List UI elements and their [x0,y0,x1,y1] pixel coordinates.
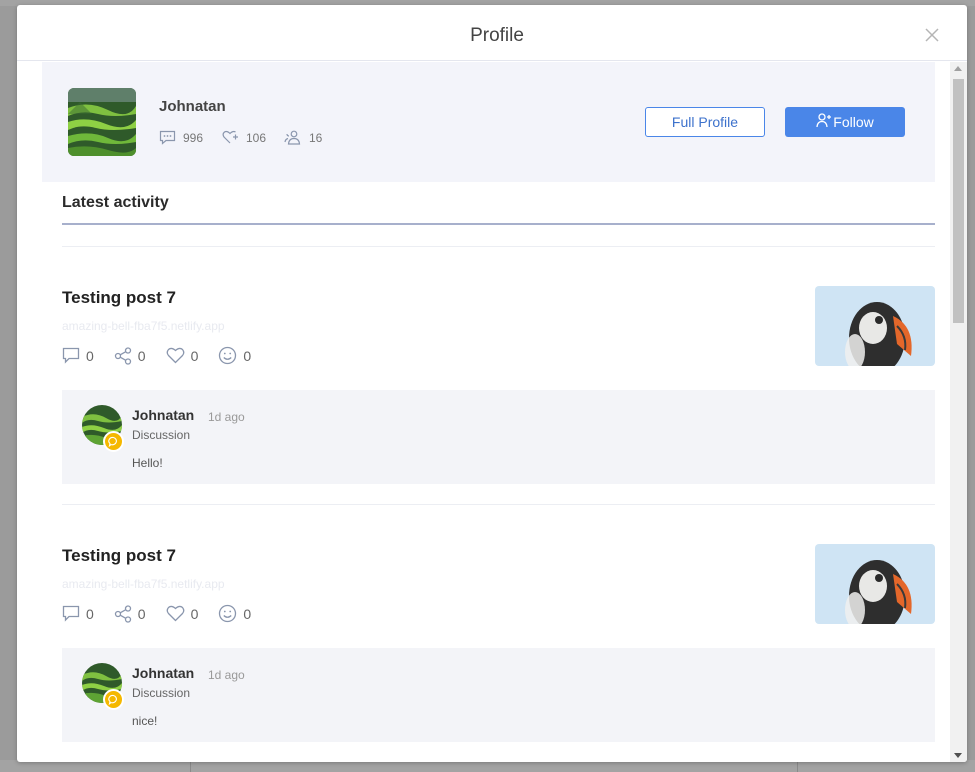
post-react-action[interactable]: 0 [218,346,251,365]
modal-header: Profile [17,5,967,61]
post-likes-count: 0 [190,605,199,622]
post-comments-action[interactable]: 0 [62,347,94,364]
followers-count: 16 [309,130,323,145]
likes-count: 106 [246,130,267,145]
follow-button[interactable]: Follow [785,107,905,137]
smile-icon [219,346,237,365]
comment-author[interactable]: Johnatan [132,407,194,423]
heart-icon [166,347,184,364]
scroll-up-arrow-icon[interactable] [954,66,962,71]
post-url[interactable]: amazing-bell-fba7f5.netlify.app [62,577,225,591]
followers-stat: 16 [284,130,322,145]
divider [62,246,935,247]
puffin-image [815,544,935,624]
close-button[interactable] [923,26,941,44]
full-profile-button[interactable]: Full Profile [645,107,765,137]
close-icon [925,28,939,42]
post-share-action[interactable]: 0 [114,604,146,623]
heart-plus-icon [222,130,238,144]
post-like-action[interactable]: 0 [166,347,199,364]
post-react-action[interactable]: 0 [218,604,251,623]
discussion-badge [103,689,124,710]
comment-box: Johnatan 1d ago Discussion Hello! [62,390,935,484]
share-icon [114,346,131,365]
post-thumbnail[interactable] [815,286,935,366]
post-comments-count: 0 [86,347,94,364]
post-shares-count: 0 [137,347,146,364]
avatar[interactable] [68,88,136,156]
post-share-action[interactable]: 0 [114,346,146,365]
comments-stat: 996 [159,130,203,145]
user-plus-icon [816,113,832,128]
comment-text: nice! [132,714,158,728]
comment-type: Discussion [132,428,191,442]
chat-bubble-icon [108,694,117,705]
post-thumbnail[interactable] [815,544,935,624]
comment-type: Discussion [132,686,191,700]
profile-card: Johnatan 996 106 16 Full Profile Follow [42,62,935,182]
comment-time: 1d ago [208,668,245,682]
background-editor-toolbar [190,762,798,772]
post-reactions-count: 0 [243,605,252,622]
users-icon [284,130,301,145]
post-url[interactable]: amazing-bell-fba7f5.netlify.app [62,319,225,333]
comment-icon [62,605,80,622]
comment-icon [62,347,80,364]
latest-activity-heading: Latest activity [62,194,169,211]
post-title[interactable]: Testing post 7 [62,546,176,566]
post-likes-count: 0 [190,347,199,364]
chat-bubble-icon [108,436,117,447]
scrollbar[interactable] [950,62,967,762]
smile-icon [219,604,237,623]
discussion-badge [103,431,124,452]
scroll-down-arrow-icon[interactable] [954,753,962,758]
follow-label: Follow [833,114,874,130]
post-actions: 0 0 0 0 [62,346,271,365]
profile-modal: Profile Johnatan 996 106 16 Full Profile… [17,5,967,762]
comments-count: 996 [183,130,204,145]
post-shares-count: 0 [137,605,146,622]
post-title[interactable]: Testing post 7 [62,288,176,308]
share-icon [114,604,131,623]
heart-icon [166,605,184,622]
landscape-image [68,88,136,156]
likes-stat: 106 [222,130,266,145]
comment-time: 1d ago [208,410,245,424]
comment-author[interactable]: Johnatan [132,665,194,681]
post-like-action[interactable]: 0 [166,605,199,622]
post-comments-action[interactable]: 0 [62,605,94,622]
comment-icon [159,130,176,145]
comment-text: Hello! [132,456,163,470]
comment-box: Johnatan 1d ago Discussion nice! [62,648,935,742]
puffin-image [815,286,935,366]
post-comments-count: 0 [86,605,94,622]
section-underline [62,223,935,225]
post-reactions-count: 0 [243,347,252,364]
post-actions: 0 0 0 0 [62,604,271,623]
scroll-thumb[interactable] [953,79,964,323]
divider [62,504,935,505]
profile-name: Johnatan [159,98,226,115]
modal-title: Profile [470,25,524,46]
